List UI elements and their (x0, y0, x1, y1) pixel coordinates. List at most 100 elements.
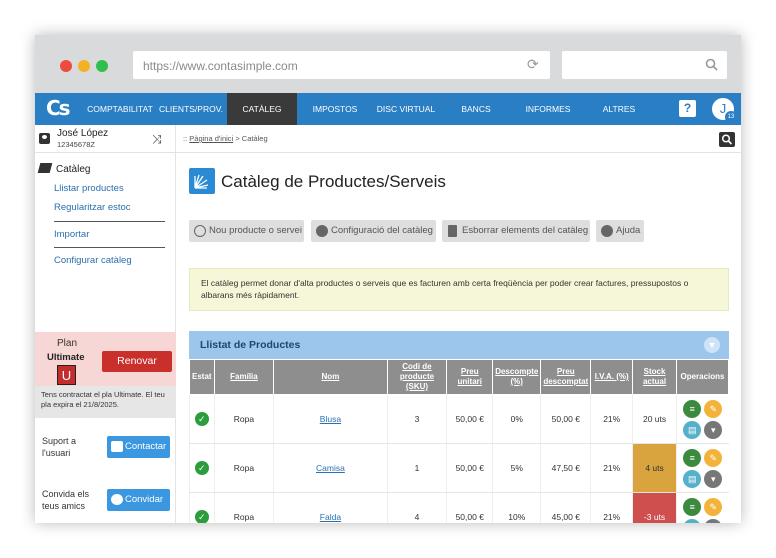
preu-desc-cell: 45,00 € (540, 492, 591, 523)
nav-item-comptabilitat[interactable]: COMPTABILITAT (87, 93, 153, 125)
nom-cell: Blusa (273, 394, 388, 444)
nav-item-informes[interactable]: INFORMES (513, 93, 583, 125)
help-toolbar-button[interactable]: Ajuda (596, 220, 644, 242)
contasimple-logo[interactable]: Cs (46, 96, 72, 122)
stack-icon[interactable]: ≡ (683, 497, 702, 516)
operations-cell: ≡✎▤▾ (675, 492, 729, 523)
stock-cell: 20 uts (632, 394, 677, 444)
operations-cell: ≡✎▤▾ (675, 443, 729, 493)
product-name-link[interactable]: Falda (320, 512, 341, 522)
nav-item-altres[interactable]: ALTRES (589, 93, 649, 125)
breadcrumb-home-link[interactable]: Pàgina d'inici (189, 134, 233, 143)
preu-cell: 50,00 € (446, 443, 493, 493)
search-icon (721, 134, 733, 145)
delete-elements-button[interactable]: Esborrar elements del catàleg (442, 220, 590, 242)
col-sku[interactable]: Codi de producte (SKU) (386, 359, 448, 395)
nav-item-impostos[interactable]: IMPOSTOS (301, 93, 369, 125)
switch-company-icon[interactable]: ⤨ (152, 132, 162, 147)
stock-cell: -3 uts (632, 492, 677, 523)
add-icon (194, 225, 206, 237)
status-ok-icon: ✓ (194, 412, 209, 426)
edit-icon[interactable]: ✎ (704, 399, 723, 418)
col-nom[interactable]: Nom (273, 359, 388, 395)
contact-button[interactable]: Contactar (107, 436, 170, 458)
status-cell: ✓ (189, 443, 215, 493)
plan-panel: Plan Ultimate U Renovar (35, 332, 176, 386)
col-preu[interactable]: Preu unitari (446, 359, 494, 395)
col-preu-desc[interactable]: Preu descomptat (540, 359, 592, 395)
trash-icon (448, 225, 457, 237)
search-button[interactable] (719, 132, 735, 147)
col-estat[interactable]: Estat (189, 359, 215, 395)
table-header-row: Estat Família Nom Codi de producte (SKU)… (189, 359, 730, 395)
descompte-cell: 10% (492, 492, 541, 523)
product-name-link[interactable]: Camisa (316, 463, 345, 473)
nav-item-cataleg[interactable]: CATÀLEG (227, 93, 297, 125)
nav-item-bancs[interactable]: BANCS (445, 93, 507, 125)
mail-icon (111, 441, 123, 452)
search-icon (705, 58, 718, 71)
sidebar-link-importar[interactable]: Importar (54, 229, 89, 240)
sidebar-divider (54, 221, 165, 222)
collapse-icon[interactable]: ▼ (704, 337, 720, 353)
nav-item-disc-virtual[interactable]: DISC VIRTUAL (371, 93, 441, 125)
stack-icon[interactable]: ≡ (683, 448, 702, 467)
preu-desc-cell: 47,50 € (540, 443, 591, 493)
user-nif: 12345678Z (57, 140, 95, 149)
nom-cell: Falda (273, 492, 388, 523)
sidebar-link-configurar[interactable]: Configurar catàleg (54, 255, 132, 266)
list-title: Llistat de Productes (200, 339, 301, 351)
reload-icon[interactable]: ⟳ (527, 57, 541, 71)
close-window-button[interactable] (60, 60, 72, 72)
document-icon[interactable]: ▤ (683, 518, 702, 523)
edit-icon[interactable]: ✎ (704, 448, 723, 467)
descompte-cell: 0% (492, 394, 541, 444)
status-cell: ✓ (189, 492, 215, 523)
document-icon[interactable]: ▤ (683, 469, 702, 488)
user-card-icon (39, 133, 50, 144)
help-button[interactable]: ? (679, 100, 696, 117)
col-familia[interactable]: Família (213, 359, 275, 395)
invite-button[interactable]: Convidar (107, 489, 170, 511)
browser-search-field[interactable] (562, 51, 727, 79)
sidebar-section-title: Catàleg (37, 163, 90, 175)
question-icon (601, 225, 613, 237)
col-stock[interactable]: Stock actual (632, 359, 677, 395)
preu-cell: 50,00 € (446, 492, 493, 523)
preu-cell: 50,00 € (446, 394, 493, 444)
nav-item-clients[interactable]: CLIENTS/PROV. (157, 93, 225, 125)
familia-cell: Ropa (213, 443, 274, 493)
product-name-link[interactable]: Blusa (320, 414, 341, 424)
main-navigation: Cs COMPTABILITAT CLIENTS/PROV. CATÀLEG I… (35, 93, 741, 125)
plan-info: Tens contractat el pla Ultimate. El teu … (35, 386, 176, 418)
col-iva[interactable]: I.V.A. (%) (590, 359, 634, 395)
address-bar[interactable]: https://www.contasimple.com ⟳ (133, 51, 550, 79)
table-row: ✓RopaFalda450,00 €10%45,00 €21%-3 uts≡✎▤… (189, 492, 729, 523)
sku-cell: 4 (386, 492, 447, 523)
catalog-config-button[interactable]: Configuració del catàleg (311, 220, 436, 242)
plan-badge: U (57, 365, 76, 385)
chevron-down-icon[interactable]: ▾ (704, 469, 723, 488)
document-icon[interactable]: ▤ (683, 420, 702, 439)
sidebar-link-llistar[interactable]: Llistar productes (54, 183, 124, 194)
stack-icon[interactable]: ≡ (683, 399, 702, 418)
stock-cell: 4 uts (632, 443, 677, 493)
sidebar-link-regularitzar[interactable]: Regularitzar estoc (54, 202, 131, 213)
gear-icon (316, 225, 328, 237)
sku-cell: 1 (386, 443, 447, 493)
support-label: Suport a l'usuari (42, 436, 77, 458)
browser-window: https://www.contasimple.com ⟳ Cs COMPTAB… (35, 35, 741, 523)
breadcrumb: :: Pàgina d'inici > Catàleg (176, 125, 741, 153)
address-bar-url: https://www.contasimple.com (143, 59, 298, 73)
minimize-window-button[interactable] (78, 60, 90, 72)
col-descompte[interactable]: Descompte (%) (492, 359, 542, 395)
chevron-down-icon[interactable]: ▾ (704, 420, 723, 439)
renew-button[interactable]: Renovar (102, 351, 172, 372)
iva-cell: 21% (590, 394, 633, 444)
chevron-down-icon[interactable]: ▾ (704, 518, 723, 523)
avatar[interactable]: J 13 (710, 96, 737, 123)
edit-icon[interactable]: ✎ (704, 497, 723, 516)
page-title: Catàleg de Productes/Serveis (221, 172, 446, 191)
new-product-button[interactable]: Nou producte o servei (189, 220, 304, 242)
maximize-window-button[interactable] (96, 60, 108, 72)
